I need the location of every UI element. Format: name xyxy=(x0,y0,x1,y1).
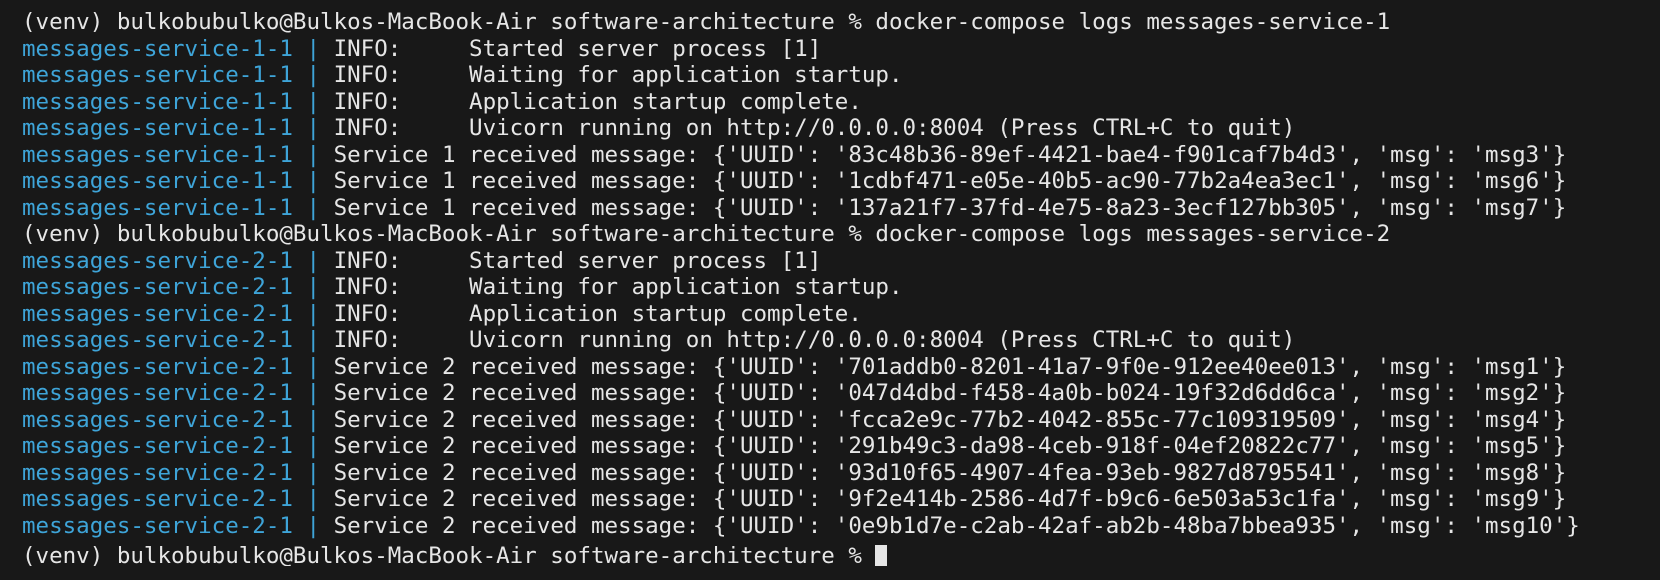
log-line: messages-service-2-1 | Service 2 receive… xyxy=(22,460,1652,487)
log-separator: | xyxy=(292,115,334,141)
service-name: messages-service-1-1 xyxy=(22,62,293,88)
active-prompt-line[interactable]: (venv) bulkobubulko@Bulkos-MacBook-Air s… xyxy=(22,539,1652,566)
log-separator: | xyxy=(292,380,334,406)
log-separator: | xyxy=(292,35,334,62)
log-line: messages-service-2-1 | INFO: Application… xyxy=(22,301,1652,328)
service-name: messages-service-1-1 xyxy=(22,194,293,221)
service-name: messages-service-2-1 xyxy=(22,459,293,486)
prompt-text: (venv) bulkobubulko@Bulkos-MacBook-Air s… xyxy=(22,221,1391,247)
service-name: messages-service-2-1 xyxy=(22,247,293,274)
log-message: Service 2 received message: {'UUID': '0e… xyxy=(333,512,1580,539)
service-name: messages-service-2-1 xyxy=(22,300,293,327)
service-name: messages-service-1-1 xyxy=(22,88,293,115)
log-message: INFO: Application startup complete. xyxy=(333,300,862,327)
log-separator: | xyxy=(292,274,334,300)
log-message: Service 2 received message: {'UUID': '29… xyxy=(333,433,1567,459)
log-line: messages-service-2-1 | INFO: Waiting for… xyxy=(22,274,1652,301)
terminal-output: (venv) bulkobubulko@Bulkos-MacBook-Air s… xyxy=(22,9,1652,566)
service-name: messages-service-2-1 xyxy=(22,486,293,512)
log-line: messages-service-2-1 | Service 2 receive… xyxy=(22,354,1652,381)
log-message: INFO: Uvicorn running on http://0.0.0.0:… xyxy=(333,327,1296,353)
service-name: messages-service-1-1 xyxy=(22,115,293,141)
log-message: INFO: Application startup complete. xyxy=(333,88,862,115)
log-line: messages-service-2-1 | INFO: Started ser… xyxy=(22,248,1652,275)
log-separator: | xyxy=(292,327,334,353)
log-message: INFO: Uvicorn running on http://0.0.0.0:… xyxy=(333,115,1296,141)
log-message: INFO: Waiting for application startup. xyxy=(333,62,903,88)
log-line: messages-service-1-1 | Service 1 receive… xyxy=(22,168,1652,195)
log-line: messages-service-1-1 | Service 1 receive… xyxy=(22,142,1652,169)
service-name: messages-service-2-1 xyxy=(22,327,293,353)
log-separator: | xyxy=(292,141,334,168)
log-separator: | xyxy=(292,168,334,194)
log-separator: | xyxy=(292,459,334,486)
log-line: messages-service-1-1 | INFO: Started ser… xyxy=(22,36,1652,63)
log-separator: | xyxy=(292,194,334,221)
log-line: messages-service-2-1 | Service 2 receive… xyxy=(22,380,1652,407)
log-line: messages-service-1-1 | Service 1 receive… xyxy=(22,195,1652,222)
service-name: messages-service-1-1 xyxy=(22,35,293,62)
log-message: INFO: Waiting for application startup. xyxy=(333,274,903,300)
terminal-window[interactable]: (venv) bulkobubulko@Bulkos-MacBook-Air s… xyxy=(0,0,1660,580)
log-line: messages-service-2-1 | INFO: Uvicorn run… xyxy=(22,327,1652,354)
log-separator: | xyxy=(292,486,334,512)
text-cursor xyxy=(875,545,888,566)
prompt-text: (venv) bulkobubulko@Bulkos-MacBook-Air s… xyxy=(22,543,876,566)
log-separator: | xyxy=(292,406,334,433)
log-message: Service 2 received message: {'UUID': '70… xyxy=(333,353,1567,380)
log-line: messages-service-1-1 | INFO: Waiting for… xyxy=(22,62,1652,89)
log-message: INFO: Started server process [1] xyxy=(333,35,822,62)
service-name: messages-service-2-1 xyxy=(22,274,293,300)
log-message: Service 2 received message: {'UUID': '9f… xyxy=(333,486,1567,512)
service-name: messages-service-2-1 xyxy=(22,512,293,539)
service-name: messages-service-2-1 xyxy=(22,353,293,380)
service-name: messages-service-1-1 xyxy=(22,168,293,194)
service-name: messages-service-2-1 xyxy=(22,433,293,459)
prompt-text: (venv) bulkobubulko@Bulkos-MacBook-Air s… xyxy=(22,9,1391,35)
log-separator: | xyxy=(292,247,334,274)
log-message: Service 2 received message: {'UUID': 'fc… xyxy=(333,406,1567,433)
log-message: Service 2 received message: {'UUID': '93… xyxy=(333,459,1567,486)
log-line: messages-service-2-1 | Service 2 receive… xyxy=(22,486,1652,513)
log-line: messages-service-2-1 | Service 2 receive… xyxy=(22,513,1652,540)
log-message: Service 2 received message: {'UUID': '04… xyxy=(333,380,1567,406)
log-line: messages-service-2-1 | Service 2 receive… xyxy=(22,433,1652,460)
log-separator: | xyxy=(292,88,334,115)
log-separator: | xyxy=(292,512,334,539)
command-prompt-line: (venv) bulkobubulko@Bulkos-MacBook-Air s… xyxy=(22,221,1652,248)
command-prompt-line: (venv) bulkobubulko@Bulkos-MacBook-Air s… xyxy=(22,9,1652,36)
log-message: Service 1 received message: {'UUID': '83… xyxy=(333,141,1567,168)
log-message: Service 1 received message: {'UUID': '1c… xyxy=(333,168,1567,194)
log-line: messages-service-2-1 | Service 2 receive… xyxy=(22,407,1652,434)
service-name: messages-service-2-1 xyxy=(22,380,293,406)
service-name: messages-service-1-1 xyxy=(22,141,293,168)
log-separator: | xyxy=(292,353,334,380)
log-message: Service 1 received message: {'UUID': '13… xyxy=(333,194,1567,221)
log-message: INFO: Started server process [1] xyxy=(333,247,822,274)
log-line: messages-service-1-1 | INFO: Application… xyxy=(22,89,1652,116)
service-name: messages-service-2-1 xyxy=(22,406,293,433)
log-separator: | xyxy=(292,433,334,459)
log-separator: | xyxy=(292,300,334,327)
log-separator: | xyxy=(292,62,334,88)
log-line: messages-service-1-1 | INFO: Uvicorn run… xyxy=(22,115,1652,142)
